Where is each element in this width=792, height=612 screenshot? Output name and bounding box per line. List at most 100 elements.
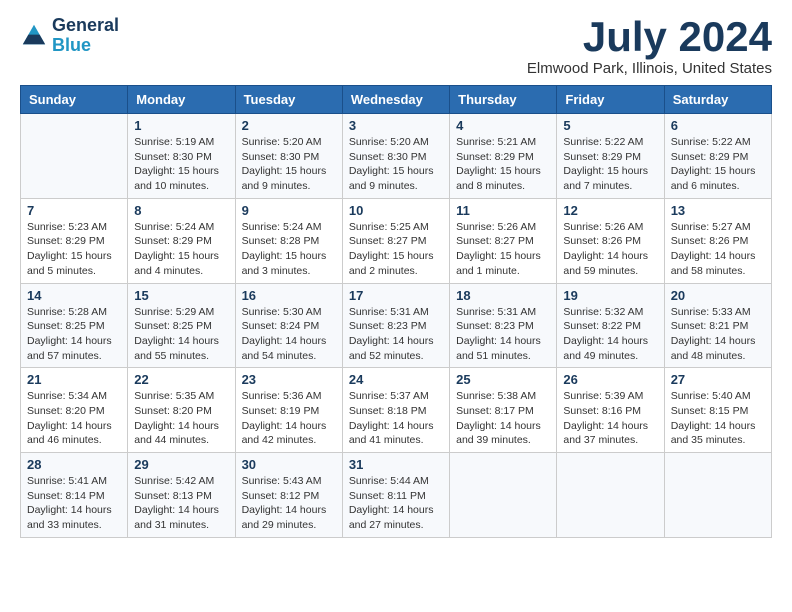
day-number: 17	[349, 288, 443, 303]
day-detail: Sunrise: 5:20 AMSunset: 8:30 PMDaylight:…	[242, 135, 336, 194]
calendar-body: 1 Sunrise: 5:19 AMSunset: 8:30 PMDaylight…	[21, 114, 772, 538]
day-number: 16	[242, 288, 336, 303]
day-detail: Sunrise: 5:40 AMSunset: 8:15 PMDaylight:…	[671, 389, 765, 448]
day-detail: Sunrise: 5:35 AMSunset: 8:20 PMDaylight:…	[134, 389, 228, 448]
day-number: 11	[456, 203, 550, 218]
calendar-cell: 20 Sunrise: 5:33 AMSunset: 8:21 PMDayligh…	[664, 283, 771, 368]
calendar-cell	[21, 114, 128, 199]
day-number: 12	[563, 203, 657, 218]
calendar-cell: 12 Sunrise: 5:26 AMSunset: 8:26 PMDayligh…	[557, 198, 664, 283]
weekday-header-tuesday: Tuesday	[235, 86, 342, 114]
day-detail: Sunrise: 5:26 AMSunset: 8:26 PMDaylight:…	[563, 220, 657, 279]
calendar-cell: 24Sunrise: 5:37 AMSunset: 8:18 PMDayligh…	[342, 368, 449, 453]
day-number: 2	[242, 118, 336, 133]
day-number: 30	[242, 457, 336, 472]
day-detail: Sunrise: 5:44 AMSunset: 8:11 PMDaylight:…	[349, 474, 443, 533]
day-number: 9	[242, 203, 336, 218]
calendar-cell	[557, 453, 664, 538]
calendar-table: SundayMondayTuesdayWednesdayThursdayFrid…	[20, 85, 772, 538]
weekday-header-friday: Friday	[557, 86, 664, 114]
calendar-header: SundayMondayTuesdayWednesdayThursdayFrid…	[21, 86, 772, 114]
calendar-week-3: 14 Sunrise: 5:28 AMSunset: 8:25 PMDayligh…	[21, 283, 772, 368]
calendar-cell: 8 Sunrise: 5:24 AMSunset: 8:29 PMDaylight…	[128, 198, 235, 283]
day-number: 26	[563, 372, 657, 387]
day-detail: Sunrise: 5:28 AMSunset: 8:25 PMDaylight:…	[27, 305, 121, 364]
location: Elmwood Park, Illinois, United States	[527, 60, 772, 77]
day-detail: Sunrise: 5:22 AMSunset: 8:29 PMDaylight:…	[671, 135, 765, 194]
calendar-cell	[450, 453, 557, 538]
calendar-cell: 10Sunrise: 5:25 AMSunset: 8:27 PMDayligh…	[342, 198, 449, 283]
day-detail: Sunrise: 5:36 AMSunset: 8:19 PMDaylight:…	[242, 389, 336, 448]
day-detail: Sunrise: 5:34 AMSunset: 8:20 PMDaylight:…	[27, 389, 121, 448]
day-number: 10	[349, 203, 443, 218]
calendar-cell: 3Sunrise: 5:20 AMSunset: 8:30 PMDaylight…	[342, 114, 449, 199]
day-number: 23	[242, 372, 336, 387]
logo-icon	[20, 22, 48, 50]
day-number: 1	[134, 118, 228, 133]
calendar-cell: 31 Sunrise: 5:44 AMSunset: 8:11 PMDayligh…	[342, 453, 449, 538]
day-number: 14	[27, 288, 121, 303]
calendar-cell: 6 Sunrise: 5:22 AMSunset: 8:29 PMDaylight…	[664, 114, 771, 199]
calendar-cell: 9Sunrise: 5:24 AMSunset: 8:28 PMDaylight…	[235, 198, 342, 283]
calendar-cell: 21 Sunrise: 5:34 AMSunset: 8:20 PMDayligh…	[21, 368, 128, 453]
day-number: 19	[563, 288, 657, 303]
day-number: 3	[349, 118, 443, 133]
month-title: July 2024	[527, 16, 772, 58]
calendar-cell: 28Sunrise: 5:41 AMSunset: 8:14 PMDayligh…	[21, 453, 128, 538]
day-detail: Sunrise: 5:31 AMSunset: 8:23 PMDaylight:…	[349, 305, 443, 364]
day-detail: Sunrise: 5:26 AMSunset: 8:27 PMDaylight:…	[456, 220, 550, 279]
calendar-cell: 26 Sunrise: 5:39 AMSunset: 8:16 PMDayligh…	[557, 368, 664, 453]
day-number: 7	[27, 203, 121, 218]
calendar-week-1: 1 Sunrise: 5:19 AMSunset: 8:30 PMDaylight…	[21, 114, 772, 199]
weekday-header-sunday: Sunday	[21, 86, 128, 114]
calendar-cell: 30 Sunrise: 5:43 AMSunset: 8:12 PMDayligh…	[235, 453, 342, 538]
day-detail: Sunrise: 5:31 AMSunset: 8:23 PMDaylight:…	[456, 305, 550, 364]
logo-text: General Blue	[52, 16, 119, 56]
day-detail: Sunrise: 5:22 AMSunset: 8:29 PMDaylight:…	[563, 135, 657, 194]
day-number: 24	[349, 372, 443, 387]
calendar-cell: 18 Sunrise: 5:31 AMSunset: 8:23 PMDayligh…	[450, 283, 557, 368]
day-detail: Sunrise: 5:38 AMSunset: 8:17 PMDaylight:…	[456, 389, 550, 448]
calendar-cell: 15Sunrise: 5:29 AMSunset: 8:25 PMDayligh…	[128, 283, 235, 368]
calendar-cell: 19 Sunrise: 5:32 AMSunset: 8:22 PMDayligh…	[557, 283, 664, 368]
day-number: 5	[563, 118, 657, 133]
calendar-week-4: 21 Sunrise: 5:34 AMSunset: 8:20 PMDayligh…	[21, 368, 772, 453]
calendar-cell: 5 Sunrise: 5:22 AMSunset: 8:29 PMDaylight…	[557, 114, 664, 199]
day-number: 18	[456, 288, 550, 303]
day-detail: Sunrise: 5:43 AMSunset: 8:12 PMDaylight:…	[242, 474, 336, 533]
calendar-week-2: 7 Sunrise: 5:23 AMSunset: 8:29 PMDaylight…	[21, 198, 772, 283]
calendar-cell: 25 Sunrise: 5:38 AMSunset: 8:17 PMDayligh…	[450, 368, 557, 453]
day-number: 6	[671, 118, 765, 133]
day-number: 29	[134, 457, 228, 472]
weekday-header-saturday: Saturday	[664, 86, 771, 114]
title-block: July 2024 Elmwood Park, Illinois, United…	[527, 16, 772, 77]
page-header: General Blue July 2024 Elmwood Park, Ill…	[20, 16, 772, 77]
calendar-cell: 13 Sunrise: 5:27 AMSunset: 8:26 PMDayligh…	[664, 198, 771, 283]
day-number: 8	[134, 203, 228, 218]
day-detail: Sunrise: 5:33 AMSunset: 8:21 PMDaylight:…	[671, 305, 765, 364]
day-number: 13	[671, 203, 765, 218]
day-number: 25	[456, 372, 550, 387]
day-detail: Sunrise: 5:19 AMSunset: 8:30 PMDaylight:…	[134, 135, 228, 194]
logo: General Blue	[20, 16, 119, 56]
calendar-week-5: 28Sunrise: 5:41 AMSunset: 8:14 PMDayligh…	[21, 453, 772, 538]
day-detail: Sunrise: 5:21 AMSunset: 8:29 PMDaylight:…	[456, 135, 550, 194]
day-detail: Sunrise: 5:27 AMSunset: 8:26 PMDaylight:…	[671, 220, 765, 279]
calendar-cell: 11 Sunrise: 5:26 AMSunset: 8:27 PMDayligh…	[450, 198, 557, 283]
day-number: 31	[349, 457, 443, 472]
calendar-cell: 27Sunrise: 5:40 AMSunset: 8:15 PMDayligh…	[664, 368, 771, 453]
day-detail: Sunrise: 5:24 AMSunset: 8:29 PMDaylight:…	[134, 220, 228, 279]
day-detail: Sunrise: 5:30 AMSunset: 8:24 PMDaylight:…	[242, 305, 336, 364]
day-number: 21	[27, 372, 121, 387]
day-detail: Sunrise: 5:23 AMSunset: 8:29 PMDaylight:…	[27, 220, 121, 279]
weekday-header-monday: Monday	[128, 86, 235, 114]
day-detail: Sunrise: 5:32 AMSunset: 8:22 PMDaylight:…	[563, 305, 657, 364]
day-number: 4	[456, 118, 550, 133]
calendar-cell: 2 Sunrise: 5:20 AMSunset: 8:30 PMDaylight…	[235, 114, 342, 199]
weekday-header-wednesday: Wednesday	[342, 86, 449, 114]
day-detail: Sunrise: 5:39 AMSunset: 8:16 PMDaylight:…	[563, 389, 657, 448]
day-detail: Sunrise: 5:29 AMSunset: 8:25 PMDaylight:…	[134, 305, 228, 364]
day-detail: Sunrise: 5:41 AMSunset: 8:14 PMDaylight:…	[27, 474, 121, 533]
day-number: 20	[671, 288, 765, 303]
calendar-cell: 17 Sunrise: 5:31 AMSunset: 8:23 PMDayligh…	[342, 283, 449, 368]
